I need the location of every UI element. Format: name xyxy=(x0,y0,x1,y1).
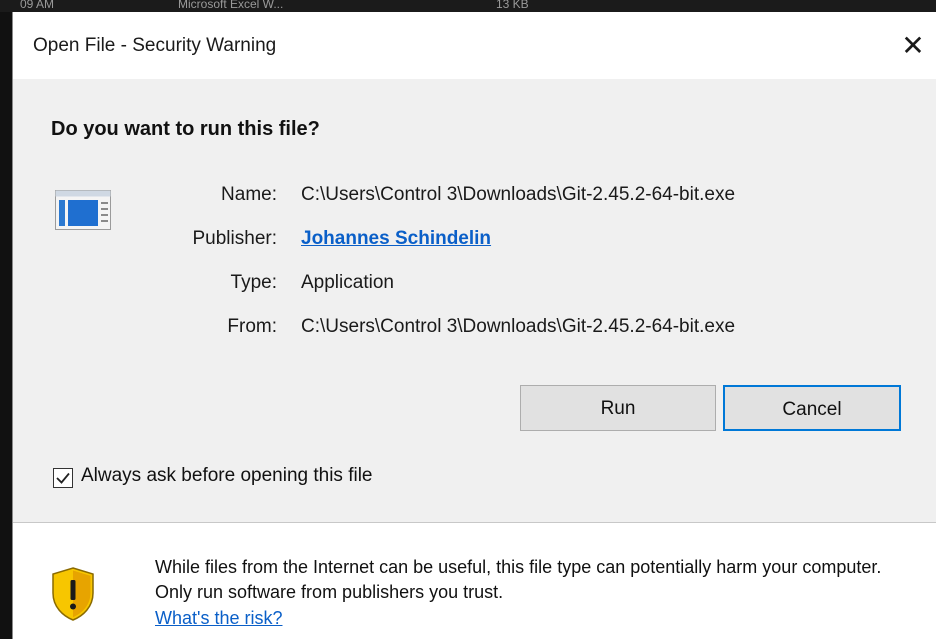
application-window-icon xyxy=(55,190,111,230)
name-label: Name: xyxy=(221,184,277,205)
run-button[interactable]: Run xyxy=(520,385,716,431)
from-label: From: xyxy=(227,316,277,337)
type-value: Application xyxy=(301,272,394,293)
warning-message: While files from the Internet can be use… xyxy=(155,557,882,602)
always-ask-checkbox[interactable] xyxy=(53,468,73,488)
background-file-size: 13 KB xyxy=(496,0,529,11)
checkmark-icon xyxy=(56,472,70,484)
background-file-list: 09 AM Microsoft Excel W... 13 KB xyxy=(0,0,936,12)
run-question-heading: Do you want to run this file? xyxy=(51,118,320,140)
whats-the-risk-link[interactable]: What's the risk? xyxy=(155,608,282,629)
publisher-link[interactable]: Johannes Schindelin xyxy=(301,228,491,250)
warning-shield-icon xyxy=(52,567,94,621)
cancel-button[interactable]: Cancel xyxy=(723,385,901,431)
close-icon[interactable]: ✕ xyxy=(891,24,935,68)
background-file-type: Microsoft Excel W... xyxy=(178,0,284,11)
security-warning-dialog: Open File - Security Warning ✕ Do you wa… xyxy=(12,12,936,639)
dialog-title: Open File - Security Warning xyxy=(33,35,277,56)
background-window-edge xyxy=(0,12,12,639)
publisher-label: Publisher: xyxy=(192,228,278,249)
warning-panel: While files from the Internet can be use… xyxy=(13,523,936,639)
always-ask-label: Always ask before opening this file xyxy=(81,465,373,486)
from-value: C:\Users\Control 3\Downloads\Git-2.45.2-… xyxy=(301,316,736,337)
dialog-titlebar: Open File - Security Warning ✕ xyxy=(13,12,936,79)
type-label: Type: xyxy=(230,272,277,293)
background-time: 09 AM xyxy=(20,0,55,11)
name-value: C:\Users\Control 3\Downloads\Git-2.45.2-… xyxy=(301,184,736,205)
